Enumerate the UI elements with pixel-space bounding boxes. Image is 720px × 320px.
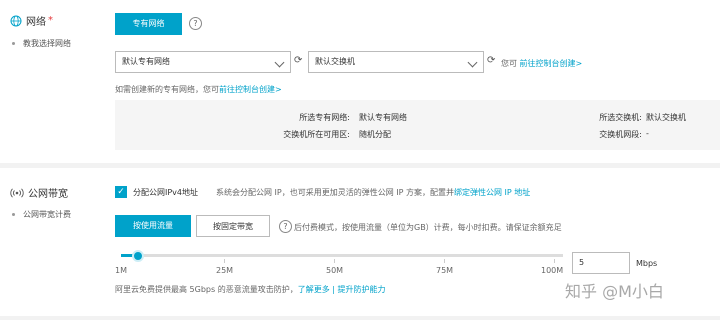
watermark: 知乎 @M小白 xyxy=(565,282,664,301)
bandwidth-section-title: 公网带宽 xyxy=(10,185,68,200)
help-icon[interactable]: ? xyxy=(189,17,202,30)
vswitch-console-link[interactable]: 前往控制台创建> xyxy=(520,59,583,68)
broadcast-icon xyxy=(10,187,24,198)
bandwidth-panel: 公网带宽 公网带宽计费 ✓ 分配公网IPv4地址 系统会分配公网 IP，也可采用… xyxy=(0,168,720,316)
network-help-link[interactable]: 教我选择网络 xyxy=(12,38,71,49)
network-summary-box: 所选专有网络: 默认专有网络 交换机所在可用区: 随机分配 所选交换机: 默认交… xyxy=(115,100,720,150)
ipv4-checkbox[interactable]: ✓ xyxy=(115,186,127,198)
slider-tick xyxy=(444,259,445,263)
summary-cidr-value: - xyxy=(646,129,649,138)
bandwidth-input[interactable]: 5 xyxy=(572,252,630,274)
summary-cidr-label: 交换机网段: xyxy=(599,130,642,139)
refresh-vpc-icon[interactable]: ⟳ xyxy=(294,55,302,66)
bullet-icon xyxy=(12,42,15,45)
billing-desc: 后付费模式，按使用流量（单位为GB）计费，每小时扣费。请保证余额充足 xyxy=(294,223,562,232)
ddos-notice: 阿里云免费提供最高 5Gbps 的恶意流量攻击防护，了解更多 | 提升防护能力 xyxy=(115,285,386,294)
ddos-learn-more-link[interactable]: 了解更多 xyxy=(298,285,330,294)
vswitch-select[interactable]: 默认交换机 xyxy=(308,51,484,73)
slider-label: 100M xyxy=(541,266,564,275)
vpc-select[interactable]: 默认专有网络 xyxy=(115,51,291,73)
billing-by-traffic-button[interactable]: 按使用流量 xyxy=(115,215,191,237)
chevron-down-icon xyxy=(467,57,478,68)
billing-fixed-button[interactable]: 按固定带宽 xyxy=(196,215,270,237)
bullet-icon xyxy=(12,213,15,216)
ipv4-desc: 系统会分配公网 IP，也可采用更加灵活的弹性公网 IP 方案，配置并绑定弹性公网… xyxy=(216,188,531,197)
summary-vswitch-label: 所选交换机: xyxy=(599,113,642,122)
eip-link[interactable]: 绑定弹性公网 IP 地址 xyxy=(454,188,530,197)
bandwidth-slider-thumb[interactable] xyxy=(132,250,144,262)
refresh-vswitch-icon[interactable]: ⟳ xyxy=(487,55,495,66)
slider-label: 50M xyxy=(326,266,344,275)
vswitch-hint: 您可 前往控制台创建> xyxy=(501,59,583,68)
summary-vpc-label: 所选专有网络: xyxy=(299,113,350,122)
summary-zone-label: 交换机所在可用区: xyxy=(283,130,350,139)
slider-tick xyxy=(554,259,555,263)
bandwidth-unit: Mbps xyxy=(636,259,658,268)
summary-vpc-value: 默认专有网络 xyxy=(359,113,407,122)
help-icon[interactable]: ? xyxy=(279,220,292,233)
network-section-title: 网络 * xyxy=(10,13,53,28)
bandwidth-slider-track[interactable] xyxy=(121,254,563,257)
slider-tick xyxy=(334,259,335,263)
ipv4-checkbox-label[interactable]: 分配公网IPv4地址 xyxy=(133,187,198,198)
ddos-separator: | xyxy=(332,285,335,294)
vpc-console-link[interactable]: 前往控制台创建> xyxy=(219,85,282,94)
slider-label: 25M xyxy=(216,266,234,275)
summary-zone-value: 随机分配 xyxy=(359,130,391,139)
slider-label: 75M xyxy=(436,266,454,275)
create-vpc-hint: 如需创建新的专有网络，您可前往控制台创建> xyxy=(115,85,282,94)
required-mark: * xyxy=(48,15,53,26)
ddos-upgrade-link[interactable]: 提升防护能力 xyxy=(338,285,386,294)
globe-icon xyxy=(10,15,22,26)
chevron-down-icon xyxy=(274,57,285,68)
bandwidth-help-link[interactable]: 公网带宽计费 xyxy=(12,209,71,220)
slider-tick xyxy=(224,259,225,263)
slider-label: 1M xyxy=(115,266,127,275)
summary-vswitch-value: 默认交换机 xyxy=(646,113,686,122)
network-panel: 网络 * 教我选择网络 专有网络 ? 默认专有网络 ⟳ 默认交换机 ⟳ 您可 前往… xyxy=(0,0,720,163)
tab-vpc[interactable]: 专有网络 xyxy=(115,13,182,35)
